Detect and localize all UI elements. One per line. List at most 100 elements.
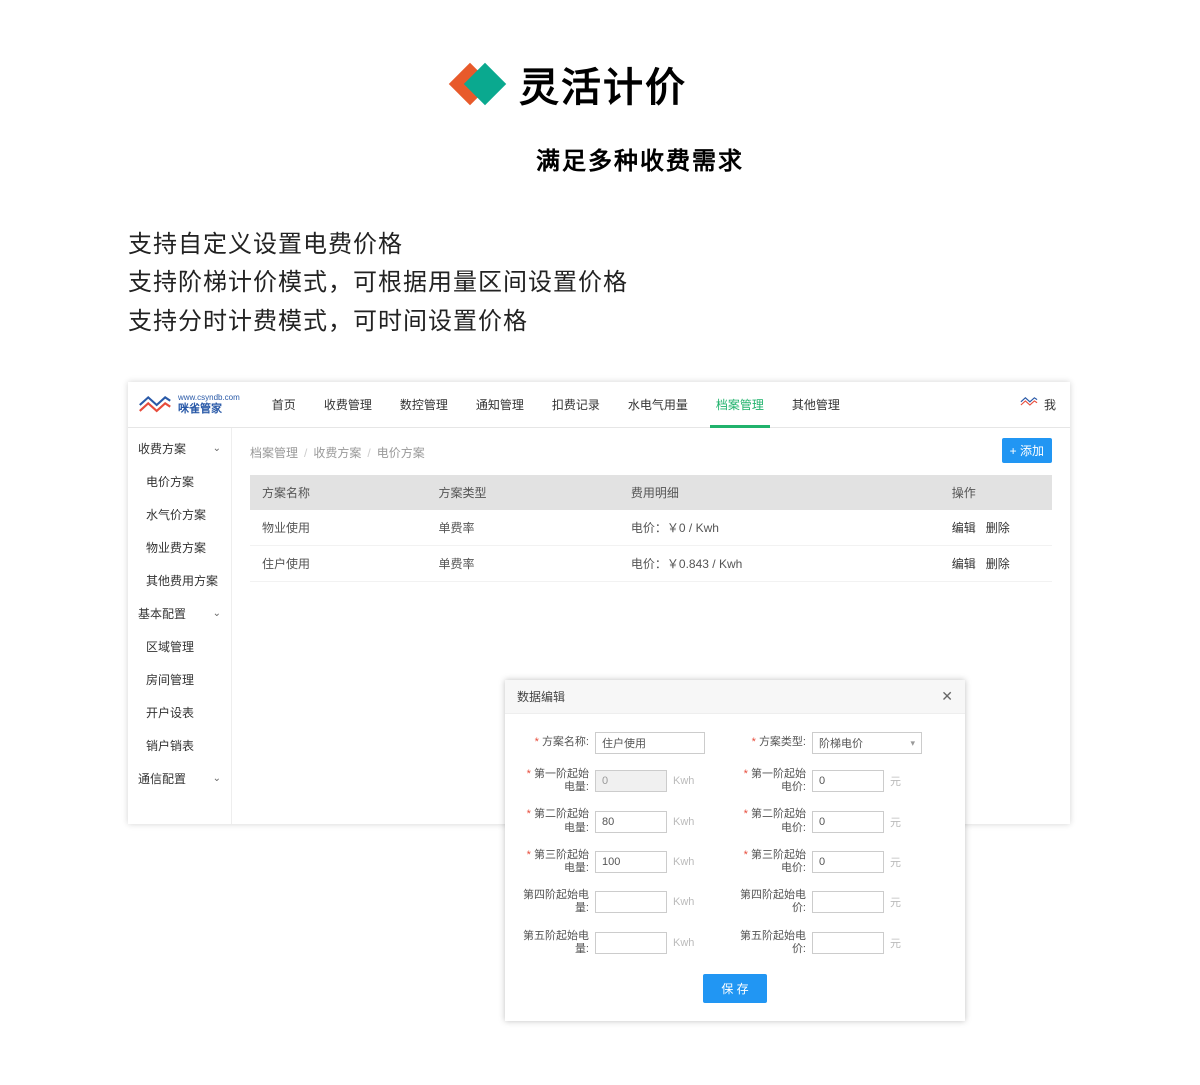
- logo-name: 咪雀管家: [178, 403, 240, 415]
- breadcrumb-item[interactable]: 档案管理: [250, 444, 298, 461]
- label-plan-name: 方案名称:: [523, 736, 589, 749]
- label-tier4-qty: 第四阶起始电量:: [523, 889, 589, 915]
- unit-kwh: Kwh: [673, 937, 697, 949]
- chevron-down-icon: ⌄: [213, 773, 221, 784]
- sidebar-group-comm[interactable]: 通信配置 ⌄: [128, 762, 231, 795]
- nav-tab-other[interactable]: 其他管理: [778, 382, 854, 428]
- breadcrumb-item: 电价方案: [377, 444, 425, 461]
- modal-header: 数据编辑 ✕: [505, 680, 965, 714]
- input-tier4-price[interactable]: [812, 891, 884, 913]
- sidebar-item-area[interactable]: 区域管理: [128, 630, 231, 663]
- user-icon: [1020, 396, 1038, 414]
- label-tier1-price: 第一阶起始电价:: [740, 768, 806, 794]
- sidebar-item-open-meter[interactable]: 开户设表: [128, 696, 231, 729]
- label-tier3-price: 第三阶起始电价:: [740, 849, 806, 875]
- input-tier2-price[interactable]: [812, 811, 884, 833]
- sidebar-item-cancel-meter[interactable]: 销户销表: [128, 729, 231, 762]
- hero-title: 灵活计价: [519, 55, 687, 113]
- nav-tab-notice[interactable]: 通知管理: [462, 382, 538, 428]
- cell-type: 单费率: [426, 546, 618, 582]
- unit-yuan: 元: [890, 935, 914, 951]
- cell-detail: 电价：￥0 / Kwh: [619, 510, 940, 546]
- chevron-down-icon: ⌄: [213, 608, 221, 619]
- sidebar-group-billing[interactable]: 收费方案 ⌄: [128, 432, 231, 465]
- diamond-icon: [453, 60, 501, 108]
- feature-item: 支持阶梯计价模式，可根据用量区间设置价格: [128, 264, 1200, 302]
- sidebar-group-basic[interactable]: 基本配置 ⌄: [128, 597, 231, 630]
- cell-type: 单费率: [426, 510, 618, 546]
- unit-kwh: Kwh: [673, 856, 697, 868]
- modal-title: 数据编辑: [517, 688, 565, 705]
- label-plan-type: 方案类型:: [740, 736, 806, 749]
- feature-list: 支持自定义设置电费价格 支持阶梯计价模式，可根据用量区间设置价格 支持分时计费模…: [128, 226, 1200, 341]
- feature-item: 支持自定义设置电费价格: [128, 226, 1200, 264]
- column-header: 费用明细: [619, 475, 940, 510]
- user-area[interactable]: 我: [1020, 396, 1056, 414]
- nav-tab-deduct[interactable]: 扣费记录: [538, 382, 614, 428]
- nav-tabs: 首页 收费管理 数控管理 通知管理 扣费记录 水电气用量 档案管理 其他管理: [258, 382, 854, 428]
- nav-tab-billing[interactable]: 收费管理: [310, 382, 386, 428]
- input-tier5-price[interactable]: [812, 932, 884, 954]
- select-plan-type[interactable]: 阶梯电价 ▾: [812, 732, 922, 754]
- label-tier2-qty: 第二阶起始电量:: [523, 808, 589, 834]
- cell-detail: 电价：￥0.843 / Kwh: [619, 546, 940, 582]
- input-tier4-qty[interactable]: [595, 891, 667, 913]
- sidebar-item-electric[interactable]: 电价方案: [128, 465, 231, 498]
- app-logo[interactable]: www.csyndb.com 咪雀管家: [138, 394, 240, 416]
- sidebar-item-other-fee[interactable]: 其他费用方案: [128, 564, 231, 597]
- input-plan-name[interactable]: [595, 732, 705, 754]
- edit-action[interactable]: 编辑: [952, 519, 976, 536]
- delete-action[interactable]: 删除: [986, 519, 1010, 536]
- input-tier3-price[interactable]: [812, 851, 884, 873]
- nav-tab-cnc[interactable]: 数控管理: [386, 382, 462, 428]
- chevron-down-icon: ⌄: [213, 443, 221, 454]
- breadcrumb: 档案管理 / 收费方案 / 电价方案: [250, 438, 1052, 475]
- label-tier2-price: 第二阶起始电价:: [740, 808, 806, 834]
- user-label: 我: [1044, 396, 1056, 413]
- label-tier4-price: 第四阶起始电价:: [740, 889, 806, 915]
- sidebar-item-room[interactable]: 房间管理: [128, 663, 231, 696]
- label-tier3-qty: 第三阶起始电量:: [523, 849, 589, 875]
- cell-name: 物业使用: [250, 510, 426, 546]
- column-header: 方案类型: [426, 475, 618, 510]
- input-tier1-qty: [595, 770, 667, 792]
- sidebar-item-water-gas[interactable]: 水气价方案: [128, 498, 231, 531]
- delete-action[interactable]: 删除: [986, 555, 1010, 572]
- logo-url: www.csyndb.com: [178, 394, 240, 403]
- unit-yuan: 元: [890, 894, 914, 910]
- nav-tab-archive[interactable]: 档案管理: [702, 382, 778, 428]
- edit-action[interactable]: 编辑: [952, 555, 976, 572]
- input-tier2-qty[interactable]: [595, 811, 667, 833]
- unit-kwh: Kwh: [673, 775, 697, 787]
- data-table: 方案名称 方案类型 费用明细 操作 物业使用 单费率 电价：￥0 / Kwh 编…: [250, 475, 1052, 582]
- sidebar-item-property[interactable]: 物业费方案: [128, 531, 231, 564]
- save-button[interactable]: 保 存: [703, 974, 766, 1003]
- logo-icon: [138, 394, 172, 416]
- input-tier5-qty[interactable]: [595, 932, 667, 954]
- column-header: 方案名称: [250, 475, 426, 510]
- feature-item: 支持分时计费模式，可时间设置价格: [128, 303, 1200, 341]
- unit-kwh: Kwh: [673, 816, 697, 828]
- edit-modal: 数据编辑 ✕ 方案名称: 方案类型: 阶梯电价 ▾ 第一阶起始电量: Kwh: [505, 680, 965, 1021]
- chevron-down-icon: ▾: [910, 738, 915, 749]
- column-header: 操作: [940, 475, 1052, 510]
- nav-tab-home[interactable]: 首页: [258, 382, 310, 428]
- unit-kwh: Kwh: [673, 896, 697, 908]
- hero-subtitle: 满足多种收费需求: [80, 141, 1200, 176]
- table-row: 住户使用 单费率 电价：￥0.843 / Kwh 编辑 删除: [250, 546, 1052, 582]
- table-row: 物业使用 单费率 电价：￥0 / Kwh 编辑 删除: [250, 510, 1052, 546]
- label-tier5-qty: 第五阶起始电量:: [523, 930, 589, 956]
- close-icon[interactable]: ✕: [941, 688, 953, 705]
- app-header: www.csyndb.com 咪雀管家 首页 收费管理 数控管理 通知管理 扣费…: [128, 382, 1070, 428]
- breadcrumb-item[interactable]: 收费方案: [313, 444, 361, 461]
- label-tier1-qty: 第一阶起始电量:: [523, 768, 589, 794]
- unit-yuan: 元: [890, 814, 914, 830]
- add-button[interactable]: + 添加: [1002, 438, 1052, 463]
- nav-tab-usage[interactable]: 水电气用量: [614, 382, 702, 428]
- input-tier1-price[interactable]: [812, 770, 884, 792]
- input-tier3-qty[interactable]: [595, 851, 667, 873]
- label-tier5-price: 第五阶起始电价:: [740, 930, 806, 956]
- cell-name: 住户使用: [250, 546, 426, 582]
- unit-yuan: 元: [890, 854, 914, 870]
- sidebar: 收费方案 ⌄ 电价方案 水气价方案 物业费方案 其他费用方案 基本配置 ⌄ 区域…: [128, 428, 232, 824]
